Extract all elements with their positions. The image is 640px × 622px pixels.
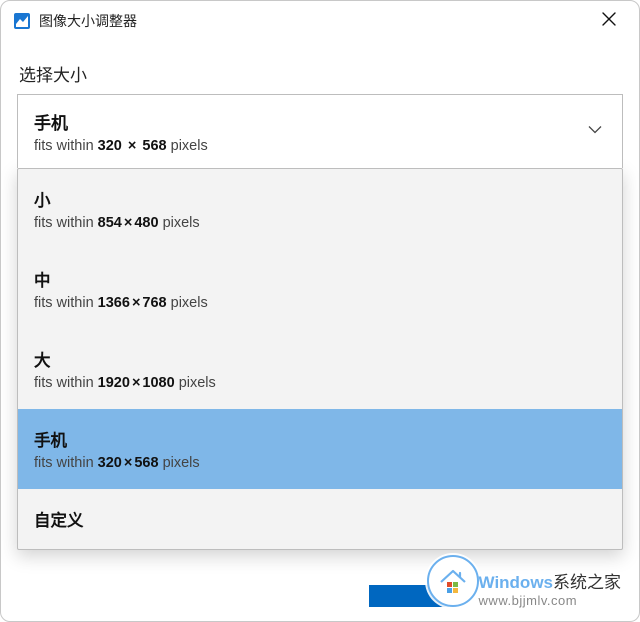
option-height: 568	[134, 455, 158, 471]
selected-width: 320	[98, 138, 122, 154]
option-height: 480	[134, 215, 158, 231]
watermark-brand-colored: Windows	[479, 573, 553, 592]
option-sub: fits within 1920×1080 pixels	[34, 375, 606, 391]
size-option[interactable]: 中 fits within 1366×768 pixels	[18, 249, 622, 329]
app-icon	[13, 12, 31, 30]
size-option[interactable]: 大 fits within 1920×1080 pixels	[18, 329, 622, 409]
selected-option-title: 手机	[34, 109, 606, 134]
times-glyph: ×	[126, 138, 138, 154]
fits-prefix: fits within	[34, 375, 94, 391]
pixels-suffix: pixels	[163, 455, 200, 471]
size-select[interactable]: 手机 fits within 320 × 568 pixels	[17, 94, 623, 168]
titlebar: 图像大小调整器	[1, 1, 639, 41]
option-sub: fits within 1366×768 pixels	[34, 295, 606, 311]
size-dropdown: 小fits within 854×480 pixels中fits within …	[17, 168, 623, 550]
option-width: 1920	[98, 375, 130, 391]
watermark-text: Windows系统之家 www.bjjmlv.com	[479, 573, 621, 609]
size-option[interactable]: 小 fits within 854×480 pixels	[18, 169, 622, 249]
fits-prefix: fits within	[34, 455, 94, 471]
option-title: 中	[34, 267, 606, 291]
fits-prefix: fits within	[34, 215, 94, 231]
watermark-brand: Windows系统之家	[479, 573, 621, 593]
times-glyph: ×	[122, 455, 134, 471]
selected-option-sub: fits within 320 × 568 pixels	[34, 138, 606, 154]
times-glyph: ×	[130, 375, 142, 391]
content-area: 选择大小 手机 fits within 320 × 568 pixels 小 fi…	[1, 41, 639, 550]
dialog-window: 图像大小调整器 选择大小 手机 fits within 320 × 568 pi…	[0, 0, 640, 622]
pixels-suffix: pixels	[171, 295, 208, 311]
watermark-url: www.bjjmlv.com	[479, 593, 621, 609]
size-section-label: 选择大小	[19, 61, 623, 86]
option-title: 大	[34, 347, 606, 371]
fits-prefix: fits within	[34, 138, 94, 154]
option-width: 1366	[98, 295, 130, 311]
option-sub: fits within 854×480 pixels	[34, 215, 606, 231]
option-title: 小	[34, 187, 606, 211]
option-title: 自定义	[34, 507, 606, 531]
option-width: 320	[98, 455, 122, 471]
option-height: 1080	[142, 375, 174, 391]
watermark-logo	[427, 555, 479, 607]
option-title: 手机	[34, 427, 606, 451]
pixels-suffix: pixels	[163, 215, 200, 231]
chevron-down-icon	[586, 120, 604, 143]
close-button[interactable]	[587, 1, 631, 41]
size-option[interactable]: 自定义	[18, 489, 622, 549]
selected-height: 568	[142, 138, 166, 154]
fits-prefix: fits within	[34, 295, 94, 311]
times-glyph: ×	[130, 295, 142, 311]
window-title: 图像大小调整器	[39, 11, 137, 31]
pixels-suffix: pixels	[171, 138, 208, 154]
option-width: 854	[98, 215, 122, 231]
times-glyph: ×	[122, 215, 134, 231]
size-option[interactable]: 手机 fits within 320×568 pixels	[18, 409, 622, 489]
option-sub: fits within 320×568 pixels	[34, 455, 606, 471]
option-height: 768	[142, 295, 166, 311]
watermark-brand-rest: 系统之家	[553, 573, 621, 592]
pixels-suffix: pixels	[179, 375, 216, 391]
close-icon	[602, 12, 616, 31]
